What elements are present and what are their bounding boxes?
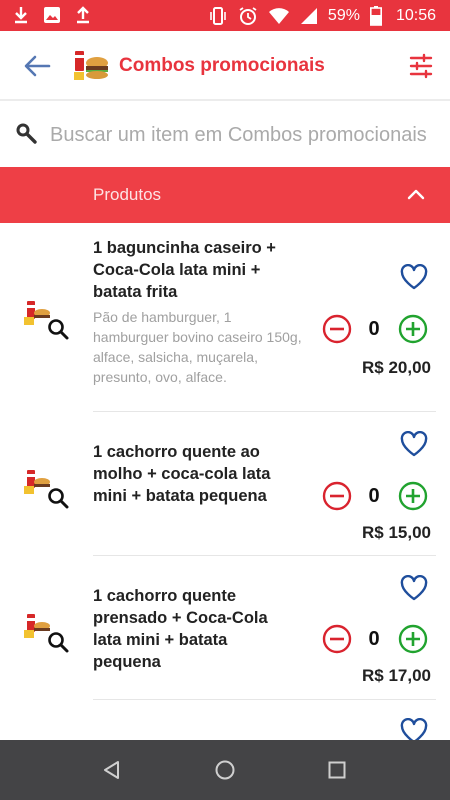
list-item: 1 baguncinha caseiro + Coca-Cola lata mi… (0, 223, 450, 412)
item-price: R$ 15,00 (362, 523, 431, 542)
increment-button[interactable] (398, 314, 428, 344)
heart-outline-icon[interactable] (400, 431, 428, 457)
nav-recents-square-icon[interactable] (326, 759, 348, 781)
item-name: 1 cachorro quente prensado + Coca-Cola l… (93, 587, 268, 671)
increment-button[interactable] (398, 624, 428, 654)
decrement-button[interactable] (322, 481, 352, 511)
page-title: Combos promocionais (119, 55, 325, 76)
notification-icons (12, 5, 92, 25)
list-item: 1 cachorro quente ao molho + coca-cola l… (0, 412, 450, 556)
combo-logo-icon (74, 51, 108, 80)
clock: 10:56 (395, 6, 436, 24)
upload-icon (77, 6, 89, 24)
chevron-up-icon (407, 189, 425, 200)
search-bar (0, 101, 450, 167)
product-thumbnail-zoom-icon[interactable] (22, 466, 72, 510)
nav-back-triangle-icon[interactable] (101, 759, 123, 781)
search-icon (16, 123, 37, 144)
system-icons: 59% 10:56 (208, 0, 436, 31)
quantity-value: 0 (368, 318, 380, 340)
section-header-produtos[interactable]: Produtos (0, 167, 450, 223)
back-arrow-icon[interactable] (22, 53, 52, 79)
item-price: R$ 20,00 (362, 358, 431, 377)
signal-icon (300, 7, 317, 24)
item-description: Pão de hamburguer, 1 hamburguer bovino c… (93, 309, 302, 385)
app-bar: Combos promocionais (0, 31, 450, 101)
heart-outline-icon[interactable] (400, 718, 428, 740)
quantity-value: 0 (368, 628, 380, 650)
search-input[interactable] (50, 119, 450, 151)
increment-button[interactable] (398, 481, 428, 511)
product-list: 1 baguncinha caseiro + Coca-Cola lata mi… (0, 223, 450, 740)
heart-outline-icon[interactable] (400, 264, 428, 290)
product-thumbnail-zoom-icon[interactable] (22, 297, 72, 341)
list-item (0, 700, 450, 740)
section-label: Produtos (93, 185, 162, 204)
heart-outline-icon[interactable] (400, 575, 428, 601)
alarm-icon (239, 6, 257, 25)
decrement-button[interactable] (322, 314, 352, 344)
quantity-value: 0 (368, 485, 380, 507)
battery-percent: 59% (327, 6, 360, 24)
item-name: 1 cachorro quente ao molho + coca-cola l… (93, 443, 271, 505)
vibrate-icon (210, 6, 226, 25)
image-icon (44, 7, 60, 23)
download-icon (15, 7, 27, 24)
product-thumbnail-zoom-icon[interactable] (22, 610, 72, 654)
item-name: 1 baguncinha caseiro + Coca-Cola lata mi… (93, 239, 276, 301)
decrement-button[interactable] (322, 624, 352, 654)
nav-home-circle-icon[interactable] (214, 759, 236, 781)
list-item: 1 cachorro quente prensado + Coca-Cola l… (0, 556, 450, 700)
status-bar: 59% 10:56 (0, 0, 450, 31)
item-price: R$ 17,00 (362, 666, 431, 685)
battery-icon (369, 5, 382, 26)
system-navigation-bar (0, 740, 450, 800)
filter-sliders-icon[interactable] (408, 53, 434, 79)
wifi-icon (268, 7, 289, 24)
